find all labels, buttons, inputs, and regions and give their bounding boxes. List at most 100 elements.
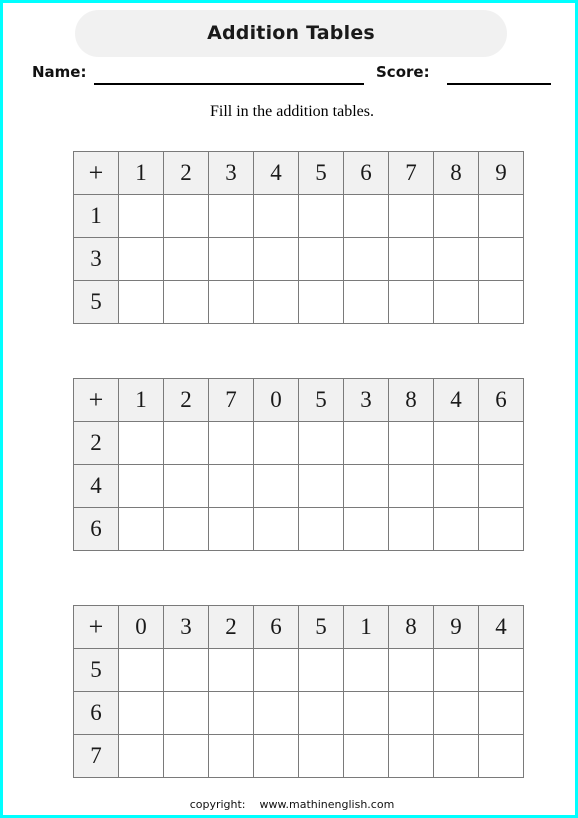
answer-cell[interactable]	[388, 691, 434, 735]
column-header-cell: 1	[343, 605, 389, 649]
answer-cell[interactable]	[163, 194, 209, 238]
answer-cell[interactable]	[478, 691, 524, 735]
answer-cell[interactable]	[433, 691, 479, 735]
answer-cell[interactable]	[343, 237, 389, 281]
answer-cell[interactable]	[343, 464, 389, 508]
answer-cell[interactable]	[163, 421, 209, 465]
answer-cell[interactable]	[298, 237, 344, 281]
answer-cell[interactable]	[478, 194, 524, 238]
answer-cell[interactable]	[208, 464, 254, 508]
answer-cell[interactable]	[433, 464, 479, 508]
answer-cell[interactable]	[253, 691, 299, 735]
answer-cell[interactable]	[163, 691, 209, 735]
answer-cell[interactable]	[208, 194, 254, 238]
answer-cell[interactable]	[298, 464, 344, 508]
answer-cell[interactable]	[253, 507, 299, 551]
answer-cell[interactable]	[298, 734, 344, 778]
title-banner: Addition Tables	[75, 10, 507, 57]
answer-cell[interactable]	[388, 421, 434, 465]
row-header-cell: 4	[73, 464, 119, 508]
answer-cell[interactable]	[253, 648, 299, 692]
answer-cell[interactable]	[388, 237, 434, 281]
answer-cell[interactable]	[208, 648, 254, 692]
answer-cell[interactable]	[253, 464, 299, 508]
answer-cell[interactable]	[253, 237, 299, 281]
answer-cell[interactable]	[343, 691, 389, 735]
table-header-row: +1 2 7 0 5 3 8 4 6	[73, 378, 524, 422]
answer-cell[interactable]	[163, 237, 209, 281]
answer-cell[interactable]	[298, 280, 344, 324]
answer-cell[interactable]	[433, 194, 479, 238]
answer-cell[interactable]	[208, 280, 254, 324]
answer-cell[interactable]	[388, 734, 434, 778]
answer-cell[interactable]	[343, 734, 389, 778]
answer-cell[interactable]	[118, 734, 164, 778]
name-score-row: Name: Score:	[3, 61, 575, 87]
column-header-cell: 5	[298, 151, 344, 195]
score-write-line[interactable]	[447, 83, 551, 85]
answer-cell[interactable]	[208, 421, 254, 465]
answer-cell[interactable]	[118, 237, 164, 281]
answer-cell[interactable]	[433, 280, 479, 324]
answer-cell[interactable]	[478, 464, 524, 508]
row-header-cell: 7	[73, 734, 119, 778]
answer-cell[interactable]	[388, 648, 434, 692]
answer-cell[interactable]	[433, 507, 479, 551]
answer-cell[interactable]	[343, 194, 389, 238]
answer-cell[interactable]	[388, 280, 434, 324]
table-row: 3	[73, 237, 524, 281]
answer-cell[interactable]	[478, 237, 524, 281]
answer-cell[interactable]	[388, 464, 434, 508]
answer-cell[interactable]	[253, 280, 299, 324]
answer-cell[interactable]	[433, 734, 479, 778]
table-row: 5	[73, 648, 524, 692]
table-row: 5	[73, 280, 524, 324]
answer-cell[interactable]	[163, 464, 209, 508]
name-write-line[interactable]	[94, 83, 364, 85]
answer-cell[interactable]	[118, 507, 164, 551]
column-header-cell: 1	[118, 151, 164, 195]
answer-cell[interactable]	[118, 691, 164, 735]
answer-cell[interactable]	[298, 194, 344, 238]
answer-cell[interactable]	[298, 421, 344, 465]
row-header-cell: 1	[73, 194, 119, 238]
answer-cell[interactable]	[343, 421, 389, 465]
answer-cell[interactable]	[478, 421, 524, 465]
answer-cell[interactable]	[478, 280, 524, 324]
answer-cell[interactable]	[163, 734, 209, 778]
answer-cell[interactable]	[433, 237, 479, 281]
answer-cell[interactable]	[118, 464, 164, 508]
answer-cell[interactable]	[118, 421, 164, 465]
column-header-cell: 2	[163, 378, 209, 422]
column-header-cell: 3	[343, 378, 389, 422]
answer-cell[interactable]	[163, 507, 209, 551]
answer-cell[interactable]	[388, 194, 434, 238]
answer-cell[interactable]	[298, 648, 344, 692]
answer-cell[interactable]	[343, 507, 389, 551]
answer-cell[interactable]	[163, 280, 209, 324]
answer-cell[interactable]	[433, 421, 479, 465]
table-header-row: +0 3 2 6 5 1 8 9 4	[73, 605, 524, 649]
answer-cell[interactable]	[478, 648, 524, 692]
answer-cell[interactable]	[118, 194, 164, 238]
answer-cell[interactable]	[208, 691, 254, 735]
answer-cell[interactable]	[163, 648, 209, 692]
answer-cell[interactable]	[253, 194, 299, 238]
answer-cell[interactable]	[208, 507, 254, 551]
answer-cell[interactable]	[478, 734, 524, 778]
answer-cell[interactable]	[208, 734, 254, 778]
answer-cell[interactable]	[208, 237, 254, 281]
answer-cell[interactable]	[388, 507, 434, 551]
answer-cell[interactable]	[253, 421, 299, 465]
answer-cell[interactable]	[118, 280, 164, 324]
answer-cell[interactable]	[478, 507, 524, 551]
answer-cell[interactable]	[118, 648, 164, 692]
answer-cell[interactable]	[298, 507, 344, 551]
answer-cell[interactable]	[433, 648, 479, 692]
answer-cell[interactable]	[343, 280, 389, 324]
answer-cell[interactable]	[343, 648, 389, 692]
column-header-cell: 3	[163, 605, 209, 649]
answer-cell[interactable]	[253, 734, 299, 778]
plus-operator-cell: +	[73, 151, 119, 195]
answer-cell[interactable]	[298, 691, 344, 735]
